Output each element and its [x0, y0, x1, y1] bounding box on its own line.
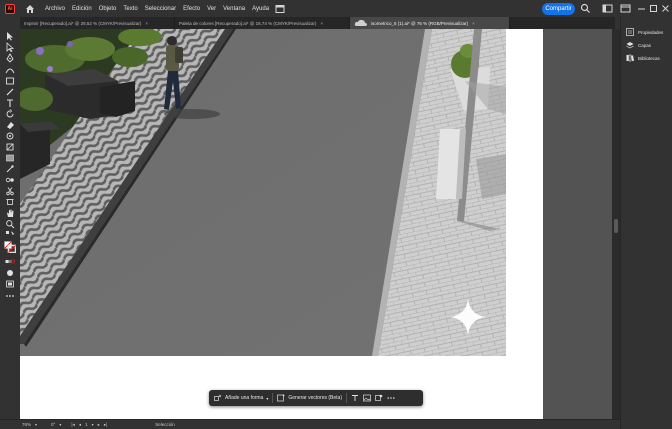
curvature-tool-icon[interactable]: [5, 65, 15, 75]
image-icon[interactable]: [363, 394, 371, 402]
add-shape-label: Añade una forma: [225, 395, 264, 401]
menu-edicion[interactable]: Edición: [72, 6, 92, 12]
recolor-icon[interactable]: [375, 394, 383, 402]
workspace-icon[interactable]: [602, 3, 613, 14]
next-artboard-icon[interactable]: ▸: [98, 422, 100, 428]
eraser-tool-icon[interactable]: [5, 120, 15, 130]
brush-tool-icon[interactable]: [5, 87, 15, 97]
panel-label: Propiedades: [638, 29, 664, 35]
artwork-illustration[interactable]: [20, 29, 506, 356]
maximize-icon[interactable]: [648, 3, 659, 14]
menu-ver[interactable]: Ver: [207, 6, 216, 12]
close-icon[interactable]: [660, 3, 671, 14]
color-mode-icon[interactable]: [5, 257, 15, 267]
close-icon[interactable]: ×: [320, 21, 323, 26]
add-shape-button[interactable]: Añade una forma ▾: [214, 394, 268, 402]
document-tabs: Impimir [Recuperado].ai* @ 28,52 % (CMYK…: [20, 17, 615, 29]
draw-mode-icon[interactable]: [5, 268, 15, 278]
close-icon[interactable]: ×: [472, 21, 475, 26]
more-tools-icon[interactable]: [5, 291, 15, 301]
type-tool-icon[interactable]: [5, 98, 15, 108]
tab-isometrico[interactable]: isometrico_5 (1).ai* @ 76 % (RGB/Previsu…: [350, 17, 510, 29]
chevron-down-icon: ▾: [266, 395, 269, 401]
menu-ayuda[interactable]: Ayuda: [252, 6, 269, 12]
properties-icon: [626, 28, 634, 36]
generate-vectors-icon: [277, 394, 286, 402]
zoom-level[interactable]: 76%: [22, 422, 31, 427]
chevron-down-icon[interactable]: ▾: [92, 422, 94, 427]
rectangle-tool-icon[interactable]: [5, 76, 15, 86]
blend-tool-icon[interactable]: [5, 175, 15, 185]
layers-icon: [626, 42, 634, 49]
contextual-task-bar: Añade una forma ▾ Generar vectores (Beta…: [209, 390, 423, 406]
direct-selection-tool-icon[interactable]: [5, 42, 15, 52]
menu-items: Archivo Edición Objeto Texto Seleccionar…: [45, 6, 269, 12]
tab-label: Impimir [Recuperado].ai* @ 28,52 % (CMYK…: [24, 20, 142, 26]
fill-stroke-icon[interactable]: [4, 241, 16, 253]
menu-seleccionar[interactable]: Seleccionar: [145, 6, 176, 12]
selection-tool-icon[interactable]: [5, 31, 15, 41]
right-panel: Propiedades Capas Bibliotecas: [620, 17, 672, 429]
panel-label: Bibliotecas: [638, 55, 660, 61]
last-artboard-icon[interactable]: ▸|: [104, 422, 107, 428]
first-artboard-icon[interactable]: |◂: [71, 422, 74, 428]
rotate-tool-icon[interactable]: [5, 109, 15, 119]
scissors-tool-icon[interactable]: [5, 186, 15, 196]
menu-objeto[interactable]: Objeto: [99, 6, 117, 12]
prev-artboard-icon[interactable]: ◂: [79, 422, 81, 428]
menu-bar: Ai Archivo Edición Objeto Texto Seleccio…: [0, 0, 672, 17]
tab-imprimir[interactable]: Impimir [Recuperado].ai* @ 28,52 % (CMYK…: [20, 17, 175, 29]
menu-ventana[interactable]: Ventana: [223, 6, 245, 12]
window-icon[interactable]: [620, 3, 631, 14]
canvas-workarea[interactable]: Añade una forma ▾ Generar vectores (Beta…: [20, 29, 612, 419]
panel-layers[interactable]: Capas: [626, 41, 651, 49]
panel-libraries[interactable]: Bibliotecas: [626, 54, 660, 62]
menu-efecto[interactable]: Efecto: [183, 6, 200, 12]
tools-panel: [0, 29, 20, 419]
pen-tool-icon[interactable]: [5, 53, 15, 63]
shape-builder-tool-icon[interactable]: [5, 142, 15, 152]
chevron-down-icon[interactable]: ▾: [59, 422, 61, 427]
warp-tool-icon[interactable]: [5, 131, 15, 141]
tool-mode-label: Selección: [155, 422, 175, 427]
divider: [346, 393, 348, 403]
panel-label: Capas: [638, 42, 652, 48]
screen-mode-icon[interactable]: [5, 279, 15, 289]
divider: [272, 393, 274, 403]
swap-colors-icon[interactable]: [5, 230, 15, 240]
shape-sparkle-icon: [214, 394, 222, 401]
status-bar: 76% ▾ 0° ▾ |◂ ◂ 1 ▾ ▸ ▸| Selección: [0, 419, 620, 429]
menu-archivo[interactable]: Archivo: [45, 6, 65, 12]
app-logo: Ai: [5, 3, 15, 14]
rotation-value[interactable]: 0°: [51, 422, 55, 427]
zoom-tool-icon[interactable]: [5, 219, 15, 229]
tab-label: isometrico_5 (1).ai* @ 76 % (RGB/Previsu…: [371, 20, 469, 26]
scrollbar-thumb[interactable]: [614, 219, 618, 233]
home-icon[interactable]: [25, 4, 35, 14]
tab-paleta[interactable]: Paleta de colores [Recuperado].ai* @ 16,…: [175, 17, 350, 29]
artboard[interactable]: [20, 29, 543, 419]
panel-properties[interactable]: Propiedades: [626, 28, 663, 36]
more-options-icon[interactable]: [387, 394, 395, 402]
vertical-scrollbar[interactable]: [612, 29, 620, 419]
tab-label: Paleta de colores [Recuperado].ai* @ 16,…: [179, 20, 317, 26]
gradient-tool-icon[interactable]: [5, 153, 15, 163]
close-icon[interactable]: ×: [145, 21, 148, 26]
cloud-icon: [354, 19, 368, 26]
eyedropper-tool-icon[interactable]: [5, 164, 15, 174]
menu-texto[interactable]: Texto: [123, 6, 137, 12]
hand-tool-icon[interactable]: [5, 208, 15, 218]
generate-vectors-label: Generar vectores (Beta): [288, 395, 343, 401]
chevron-down-icon[interactable]: ▾: [35, 422, 37, 427]
generate-vectors-button[interactable]: Generar vectores (Beta): [277, 394, 342, 402]
search-icon[interactable]: [580, 3, 591, 14]
artboard-tool-icon[interactable]: [5, 197, 15, 207]
arrange-documents-icon[interactable]: [275, 4, 285, 14]
minimize-icon[interactable]: [636, 3, 647, 14]
type-icon[interactable]: [351, 394, 359, 402]
artboard-number[interactable]: 1: [85, 422, 88, 427]
libraries-icon: [626, 54, 634, 62]
share-button[interactable]: Compartir: [542, 3, 575, 15]
